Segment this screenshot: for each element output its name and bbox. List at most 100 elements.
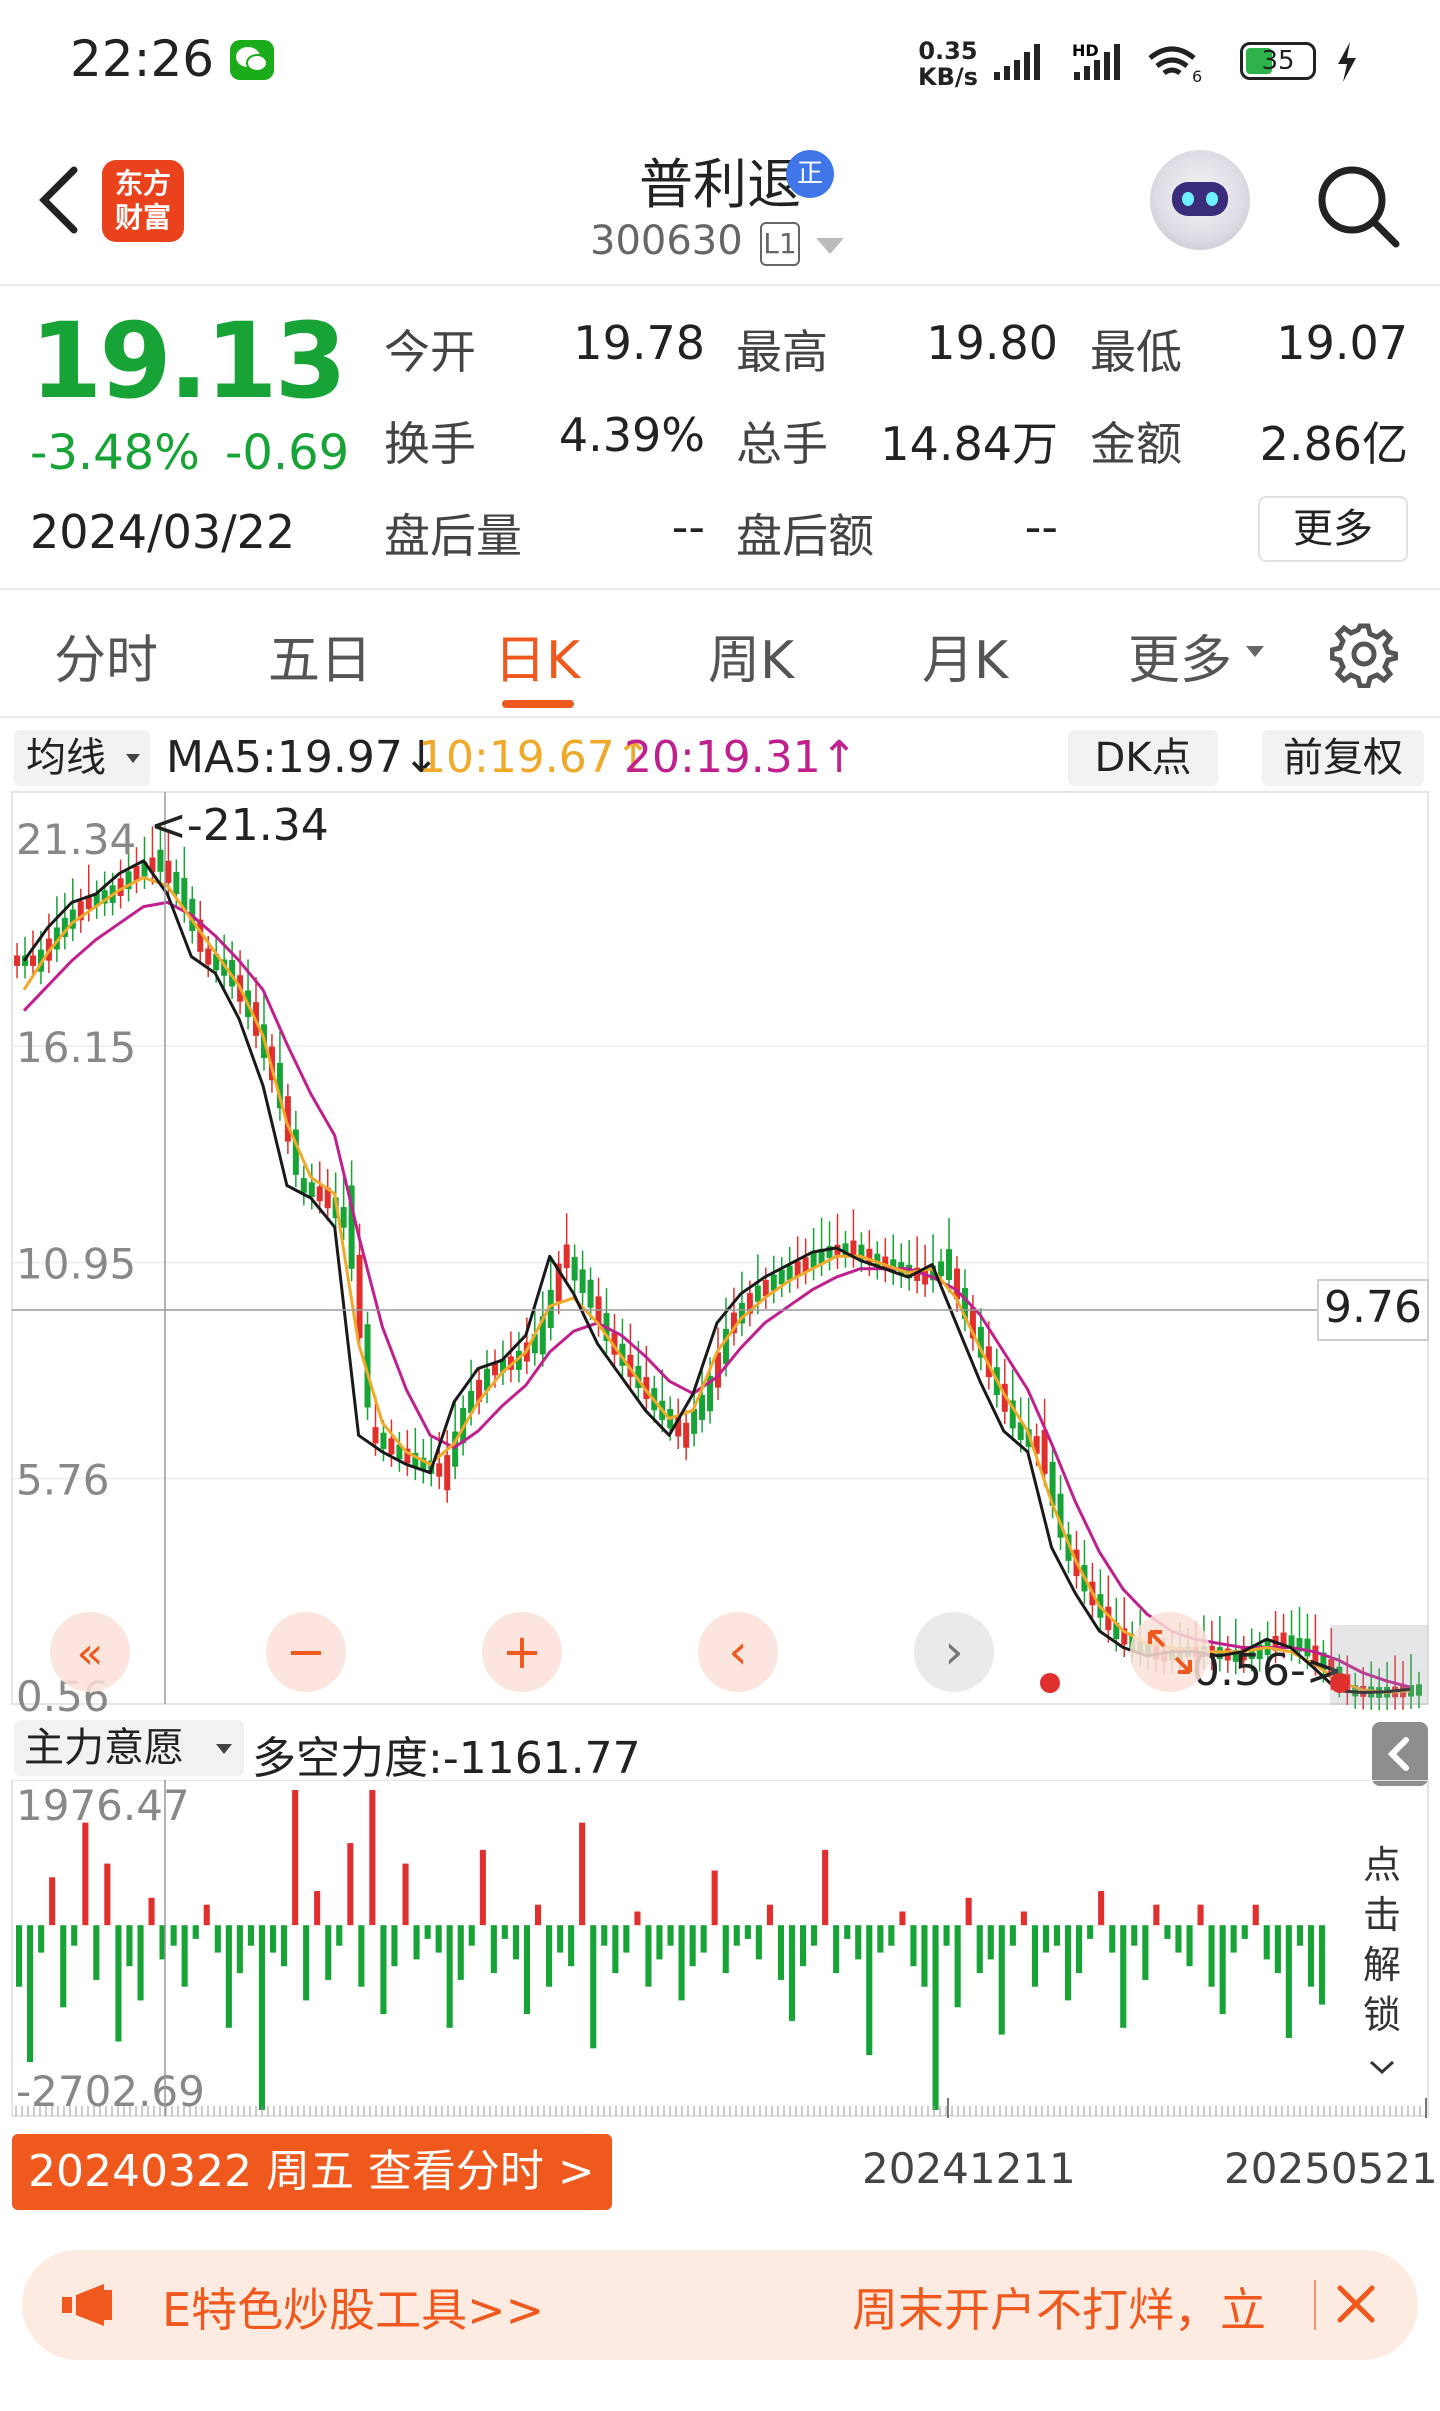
chevron-down-icon[interactable]: [816, 238, 844, 254]
chevron-right-icon: ›: [944, 1624, 963, 1680]
header-divider: [0, 284, 1440, 286]
force-bar: [512, 1925, 519, 1960]
price-axis: 21.3416.1510.955.760.56: [16, 815, 136, 1715]
force-bar: [1142, 1925, 1149, 1980]
expand-button[interactable]: [1130, 1612, 1210, 1692]
force-bar: [236, 1925, 243, 1974]
candle: [380, 1432, 387, 1449]
promo-right-text[interactable]: 周末开户不打烊，立: [852, 2274, 1266, 2340]
price-tick: 16.15: [16, 1023, 136, 1072]
close-icon[interactable]: [1328, 2276, 1384, 2332]
force-bar: [910, 1925, 917, 1967]
amount-label: 金额: [1090, 417, 1182, 471]
force-bar: [844, 1925, 851, 1939]
force-bar: [1076, 1925, 1083, 1974]
force-bar: [822, 1849, 829, 1926]
dk-point-button[interactable]: DK点: [1068, 730, 1218, 786]
event-marker[interactable]: [1330, 1673, 1350, 1693]
stock-badge: 正: [786, 150, 834, 198]
stock-code[interactable]: 300630: [590, 218, 743, 264]
unlock-hint[interactable]: 点击解锁: [1356, 1840, 1408, 2090]
open-label: 今开: [384, 325, 476, 379]
force-bar: [270, 1925, 277, 1953]
candle: [388, 1438, 395, 1455]
indicator-value-text: 多空力度:-1161.77: [252, 1733, 641, 1784]
force-bar: [281, 1925, 288, 1967]
force-bar: [888, 1925, 895, 1946]
tab-more[interactable]: 更多: [1128, 618, 1232, 693]
force-bar: [965, 1897, 972, 1926]
ma-line-ma20: [22, 900, 1411, 1689]
charging-icon: [1338, 42, 1356, 82]
force-bar: [855, 1925, 862, 1960]
candle: [1041, 1429, 1048, 1474]
candles: [14, 824, 1422, 1711]
promo-banner[interactable]: E特色炒股工具>> 周末开户不打烊，立: [22, 2250, 1418, 2360]
force-bar: [755, 1925, 762, 1960]
view-intraday-button[interactable]: 20240322 周五 查看分时 >: [12, 2134, 612, 2210]
force-bar: [557, 1925, 564, 1953]
tab-five-day[interactable]: 五日: [268, 618, 372, 693]
candle: [922, 1269, 929, 1285]
force-bar: [811, 1925, 818, 1946]
force-bar: [314, 1891, 321, 1926]
force-tick: -2702.69: [16, 2067, 205, 2116]
kline-chart[interactable]: 21.3416.1510.955.760.56 9.76 <-21.34 0.5…: [0, 790, 1440, 1715]
force-bar: [744, 1925, 751, 1939]
volume-chart[interactable]: 1976.47 -2702.69: [0, 1780, 1440, 2120]
tab-intraday[interactable]: 分时: [54, 618, 158, 693]
chevron-left-icon: [1387, 1737, 1409, 1771]
candle: [372, 1427, 379, 1444]
force-bar: [325, 1925, 332, 1980]
more-button[interactable]: 更多: [1258, 496, 1408, 562]
ma-select[interactable]: 均线: [14, 730, 150, 786]
candle: [563, 1244, 570, 1269]
force-bar: [16, 1925, 23, 1987]
force-bar: [1296, 1925, 1303, 1946]
force-bar: [711, 1870, 718, 1926]
force-bar: [424, 1925, 431, 1939]
candle: [173, 871, 180, 895]
tab-month-k[interactable]: 月K: [922, 618, 1008, 693]
search-icon[interactable]: [1312, 160, 1402, 250]
change-percent: -3.48%: [30, 425, 200, 481]
force-bar: [667, 1925, 674, 1946]
force-bar: [115, 1925, 122, 2042]
force-bar: [921, 1925, 928, 1987]
tab-week-k[interactable]: 周K: [708, 618, 794, 693]
force-bar: [998, 1925, 1005, 2035]
volume-label: 总手: [736, 417, 828, 471]
force-bar: [1065, 1925, 1072, 2001]
force-bar: [303, 1925, 310, 2001]
quote-date: 2024/03/22: [30, 505, 296, 559]
robot-face: [1172, 182, 1228, 216]
high-label: 最高: [736, 325, 828, 379]
force-bar: [700, 1925, 707, 1953]
chart-grid: [12, 1045, 1428, 1480]
collapse-button[interactable]: [1372, 1722, 1428, 1786]
caret-down-icon: [126, 754, 140, 763]
current-price: 19.13: [30, 300, 347, 422]
candle: [356, 1254, 363, 1339]
indicator-select[interactable]: 主力意愿: [14, 1720, 244, 1776]
force-bar: [1120, 1925, 1127, 2028]
force-bar: [336, 1925, 343, 1946]
force-bar: [833, 1925, 840, 1974]
tab-day-k[interactable]: 日K: [494, 618, 580, 693]
caret-down-icon: [216, 1744, 232, 1754]
gear-icon[interactable]: [1330, 620, 1398, 688]
force-bar: [82, 1822, 89, 1926]
force-bar: [535, 1904, 542, 1926]
promo-left-text[interactable]: E特色炒股工具>>: [162, 2274, 544, 2340]
high-value: 19.80: [926, 316, 1058, 370]
net-speed-unit: KB/s: [918, 63, 978, 91]
adjust-button[interactable]: 前复权: [1262, 730, 1424, 786]
robot-avatar[interactable]: [1150, 150, 1250, 250]
force-bar: [1098, 1891, 1105, 1926]
chevron-left-icon: ‹: [728, 1624, 747, 1680]
volume-frame: [11, 1780, 1429, 2117]
event-marker[interactable]: [1040, 1673, 1060, 1693]
force-bar: [181, 1925, 188, 1987]
candle: [770, 1274, 777, 1291]
force-bar: [71, 1925, 78, 1946]
